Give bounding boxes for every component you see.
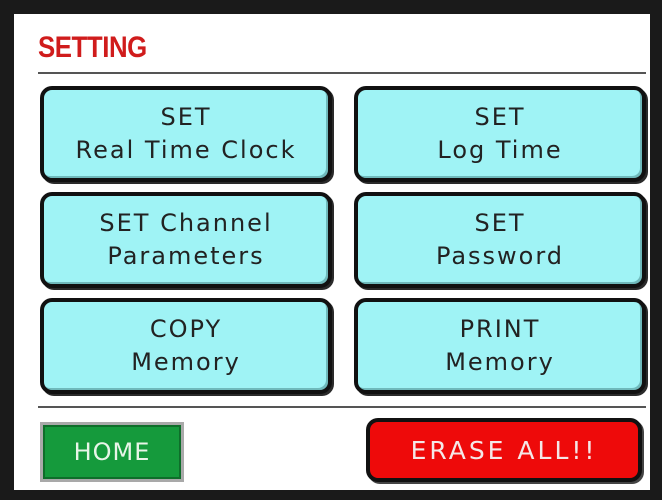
button-label-line2: Memory (131, 348, 241, 376)
button-label-line2: Parameters (107, 242, 265, 270)
button-label-line2: Memory (445, 348, 555, 376)
erase-all-button[interactable]: ERASE ALL!! (366, 418, 642, 482)
button-label-line1: SET Channel (99, 209, 273, 237)
button-label-line2: Password (435, 242, 565, 270)
footer-divider (38, 406, 646, 408)
set-real-time-clock-button[interactable]: SET Real Time Clock (40, 86, 332, 182)
title-divider (38, 72, 646, 74)
page-title: SETTING (38, 31, 147, 64)
button-label-line2: Real Time Clock (75, 136, 297, 164)
set-channel-parameters-button[interactable]: SET Channel Parameters (40, 192, 332, 288)
button-label-line1: SET (160, 103, 212, 131)
button-label-line1: COPY (149, 315, 223, 343)
copy-memory-button[interactable]: COPY Memory (40, 298, 332, 394)
button-label-line1: PRINT (459, 315, 541, 343)
set-log-time-button[interactable]: SET Log Time (354, 86, 646, 182)
button-label-line2: Log Time (437, 136, 563, 164)
device-bezel: SETTING SET Real Time Clock SET Log Time… (0, 0, 662, 500)
print-memory-button[interactable]: PRINT Memory (354, 298, 646, 394)
home-button[interactable]: HOME (40, 422, 184, 482)
setting-screen: SETTING SET Real Time Clock SET Log Time… (14, 14, 650, 490)
button-label-line1: SET (474, 103, 526, 131)
set-password-button[interactable]: SET Password (354, 192, 646, 288)
button-label-line1: SET (474, 209, 526, 237)
